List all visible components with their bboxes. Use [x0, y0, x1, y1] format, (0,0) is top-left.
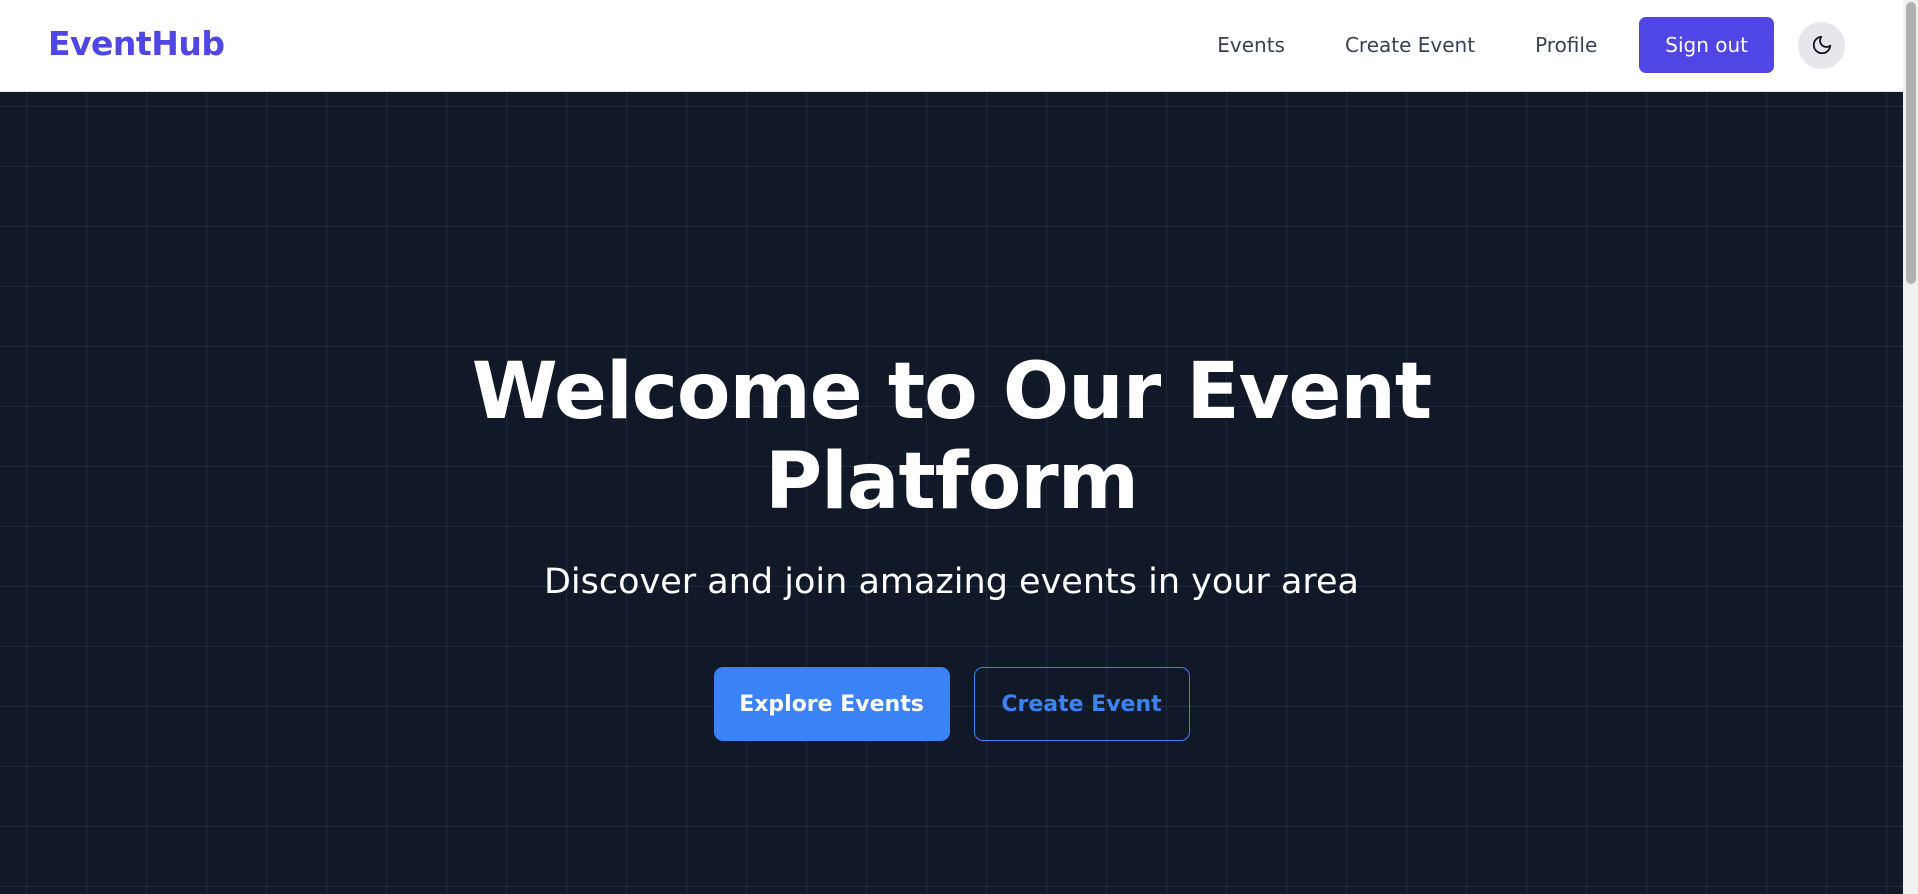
nav-link-events[interactable]: Events [1217, 33, 1285, 57]
hero-title: Welcome to Our Event Platform [0, 347, 1903, 527]
sign-out-button[interactable]: Sign out [1639, 17, 1774, 73]
nav-link-create-event[interactable]: Create Event [1345, 33, 1475, 57]
hero-subtitle: Discover and join amazing events in your… [543, 562, 1360, 602]
hero-section: Welcome to Our Event Platform Discover a… [0, 92, 1903, 894]
hero-title-line-1: Welcome to Our Event [471, 347, 1432, 437]
hero-actions: Explore Events Create Event [0, 667, 1903, 741]
top-navigation-bar: EventHub Events Create Event Profile Sig… [0, 0, 1903, 92]
nav-link-profile[interactable]: Profile [1535, 33, 1597, 57]
create-event-button[interactable]: Create Event [973, 667, 1190, 741]
brand-logo[interactable]: EventHub [48, 24, 225, 63]
scrollbar-thumb[interactable] [1906, 2, 1916, 284]
app-viewport: EventHub Events Create Event Profile Sig… [0, 0, 1903, 894]
moon-icon [1812, 35, 1831, 55]
explore-events-button[interactable]: Explore Events [713, 667, 950, 741]
hero-title-line-2: Platform [764, 437, 1139, 527]
main-nav: Events Create Event Profile Sign out [1217, 17, 1845, 73]
theme-toggle-button[interactable] [1798, 21, 1845, 69]
page-scrollbar[interactable] [1903, 0, 1918, 894]
